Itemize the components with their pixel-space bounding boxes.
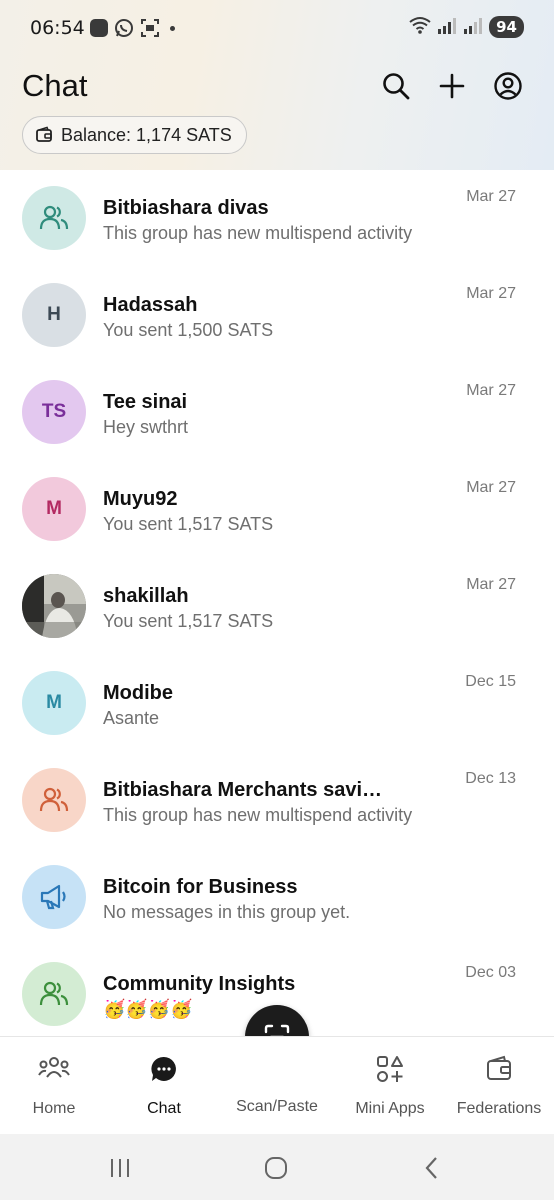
recent-apps-icon	[111, 1159, 129, 1177]
chat-preview: You sent 1,500 SATS	[103, 320, 274, 340]
chat-preview: 🥳🥳🥳🥳	[103, 999, 193, 1019]
chat-preview: Hey swthrt	[103, 417, 189, 437]
avatar-photo	[22, 574, 86, 638]
nav-scan-label: Scan/Paste	[236, 1098, 318, 1115]
signal-icon-2	[463, 16, 483, 38]
back-chevron-icon	[425, 1157, 437, 1179]
avatar-initials: H	[22, 283, 86, 347]
whatsapp-icon	[114, 18, 134, 38]
profile-button[interactable]	[492, 68, 524, 104]
chat-name: Hadassah	[103, 294, 198, 316]
home-system-button[interactable]	[256, 1154, 296, 1182]
balance-pill[interactable]: Balance: 1,174 SATS	[22, 116, 247, 154]
federations-wallet-icon	[485, 1055, 513, 1083]
profile-icon	[494, 72, 522, 100]
nav-mini-apps[interactable]: Mini Apps	[346, 1037, 434, 1135]
nav-home-label: Home	[32, 1100, 76, 1117]
nav-chat[interactable]: Chat	[132, 1037, 196, 1135]
chat-date: Dec 03	[465, 964, 516, 981]
chat-row[interactable]: Bitbiashara divas This group has new mult…	[0, 170, 554, 267]
nav-federations[interactable]: Federations	[452, 1037, 546, 1135]
balance-text: Balance: 1,174 SATS	[61, 124, 232, 145]
chat-date: Mar 27	[466, 188, 516, 205]
chat-name: Community Insights	[103, 973, 296, 995]
chat-list: Bitbiashara divas This group has new mult…	[0, 170, 554, 1036]
avatar-initials: TS	[22, 380, 86, 444]
chat-name: Muyu92	[103, 488, 178, 510]
home-circle-icon	[265, 1157, 287, 1179]
chat-name: Bitcoin for Business	[103, 876, 298, 898]
community-icon	[38, 1055, 70, 1083]
chat-preview: You sent 1,517 SATS	[103, 514, 274, 534]
chat-bubble-icon	[150, 1055, 178, 1083]
bottom-navigation: Home Chat Scan/Paste Mini Apps Federatio…	[0, 1036, 554, 1134]
nav-scan[interactable]: Scan/Paste	[226, 1037, 328, 1135]
app-notification-icon	[90, 19, 108, 37]
status-bar: 06:54 94	[0, 0, 554, 56]
header-actions	[380, 68, 524, 104]
header: 06:54 94 Chat Balance: 1,174 SATS	[0, 0, 554, 170]
chat-name: Modibe	[103, 682, 173, 704]
screenshot-icon	[140, 18, 160, 38]
signal-icon-1	[437, 16, 457, 38]
chat-date: Mar 27	[466, 479, 516, 496]
plus-icon	[439, 73, 465, 99]
status-time: 06:54	[30, 17, 85, 39]
chat-row[interactable]: Bitcoin for Business No messages in this …	[0, 849, 554, 946]
chat-date: Dec 15	[465, 673, 516, 690]
back-button[interactable]	[412, 1154, 452, 1182]
chat-row[interactable]: TS Tee sinai Hey swthrt Mar 27	[0, 364, 554, 461]
chat-row[interactable]: shakillah You sent 1,517 SATS Mar 27	[0, 558, 554, 655]
chat-row[interactable]: M Modibe Asante Dec 15	[0, 655, 554, 752]
chat-preview: This group has new multispend activity	[103, 223, 413, 243]
status-notification-icons	[90, 18, 175, 38]
chat-preview: This group has new multispend activity	[103, 805, 413, 825]
chat-name: Bitbiashara Merchants savi…	[103, 779, 382, 801]
nav-home[interactable]: Home	[22, 1037, 86, 1135]
avatar-initials: M	[22, 477, 86, 541]
page-title: Chat	[22, 68, 88, 103]
group-icon	[22, 186, 86, 250]
nav-mini-apps-label: Mini Apps	[355, 1100, 425, 1117]
wallet-icon	[36, 126, 52, 142]
status-system-icons: 94	[409, 16, 524, 38]
wifi-icon	[409, 16, 431, 38]
chat-row[interactable]: M Muyu92 You sent 1,517 SATS Mar 27	[0, 461, 554, 558]
chat-preview: No messages in this group yet.	[103, 902, 351, 922]
group-icon	[22, 962, 86, 1026]
chat-preview: Asante	[103, 708, 160, 728]
system-navigation-bar	[0, 1134, 554, 1200]
battery-indicator: 94	[489, 16, 524, 38]
chat-name: Tee sinai	[103, 391, 188, 413]
megaphone-icon	[22, 865, 86, 929]
group-icon	[22, 768, 86, 832]
avatar-initials: M	[22, 671, 86, 735]
mini-apps-icon	[376, 1055, 404, 1083]
search-icon	[383, 73, 410, 100]
chat-name: shakillah	[103, 585, 189, 607]
nav-chat-label: Chat	[147, 1100, 181, 1117]
more-notifications-dot	[170, 25, 175, 31]
chat-row[interactable]: H Hadassah You sent 1,500 SATS Mar 27	[0, 267, 554, 364]
chat-date: Mar 27	[466, 576, 516, 593]
new-chat-button[interactable]	[436, 68, 468, 104]
chat-preview: You sent 1,517 SATS	[103, 611, 274, 631]
chat-date: Dec 13	[465, 770, 516, 787]
chat-name: Bitbiashara divas	[103, 197, 269, 219]
search-button[interactable]	[380, 68, 412, 104]
chat-date: Mar 27	[466, 382, 516, 399]
chat-date: Mar 27	[466, 285, 516, 302]
recent-apps-button[interactable]	[100, 1154, 140, 1182]
chat-row[interactable]: Bitbiashara Merchants savi… This group ha…	[0, 752, 554, 849]
nav-federations-label: Federations	[456, 1100, 542, 1117]
